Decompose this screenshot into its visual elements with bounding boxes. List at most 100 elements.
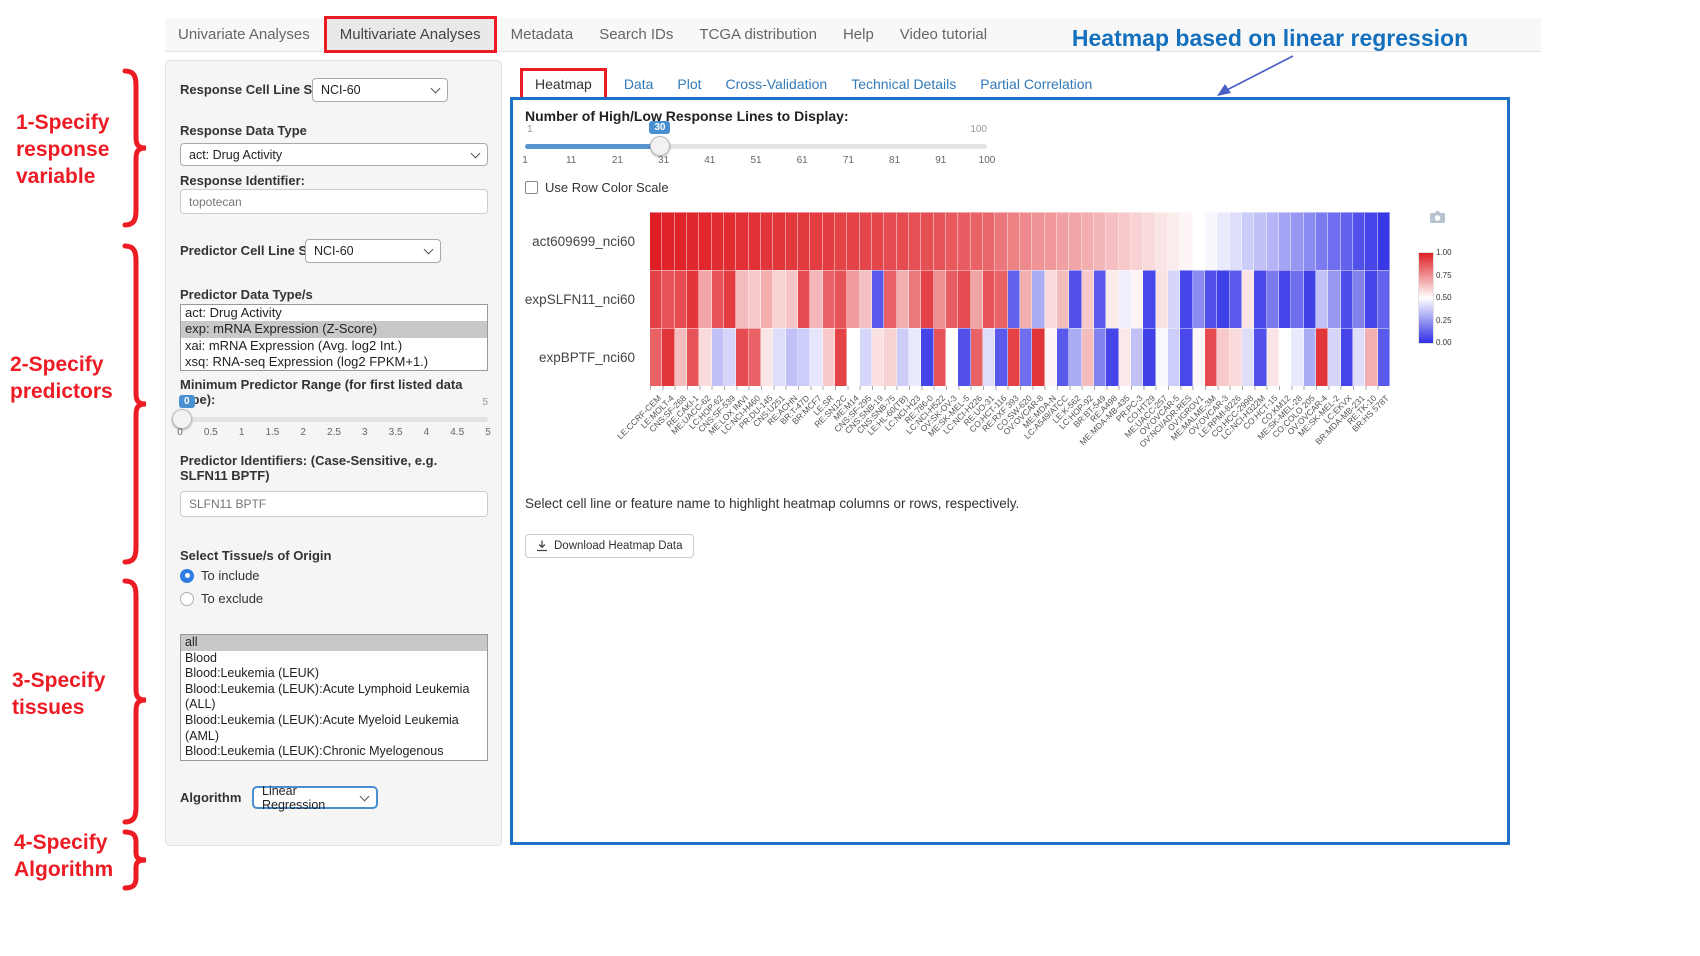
heatmap-cell[interactable] xyxy=(1365,270,1377,328)
heatmap-cell[interactable] xyxy=(699,212,711,270)
heatmap-cell[interactable] xyxy=(1304,270,1316,328)
heatmap-cell[interactable] xyxy=(761,212,773,270)
heatmap-cell[interactable] xyxy=(897,212,909,270)
tab-technical-details[interactable]: Technical Details xyxy=(839,71,968,97)
heatmap-cell[interactable] xyxy=(1180,270,1192,328)
heatmap-cell[interactable] xyxy=(995,270,1007,328)
heatmap-cell[interactable] xyxy=(823,270,835,328)
heatmap-cell[interactable] xyxy=(798,212,810,270)
heatmap-cell[interactable] xyxy=(1353,328,1365,386)
heatmap-cell[interactable] xyxy=(1168,270,1180,328)
nav-item-search-ids[interactable]: Search IDs xyxy=(586,19,686,50)
heatmap-cell[interactable] xyxy=(823,212,835,270)
heatmap-cell[interactable] xyxy=(1057,270,1069,328)
heatmap-cell[interactable] xyxy=(1217,270,1229,328)
heatmap-cell[interactable] xyxy=(1267,212,1279,270)
heatmap-cell[interactable] xyxy=(983,270,995,328)
heatmap-cell[interactable] xyxy=(761,270,773,328)
heatmap-cell[interactable] xyxy=(1143,328,1155,386)
heatmap-cell[interactable] xyxy=(921,270,933,328)
heatmap-cell[interactable] xyxy=(1279,328,1291,386)
heatmap-grid[interactable] xyxy=(650,212,1390,386)
heatmap-cell[interactable] xyxy=(958,212,970,270)
heatmap-cell[interactable] xyxy=(773,328,785,386)
heatmap-cell[interactable] xyxy=(1341,270,1353,328)
heatmap-cell[interactable] xyxy=(712,270,724,328)
heatmap-cell[interactable] xyxy=(1020,212,1032,270)
heatmap-cell[interactable] xyxy=(1057,328,1069,386)
heatmap-cell[interactable] xyxy=(1316,328,1328,386)
tab-cross-validation[interactable]: Cross-Validation xyxy=(714,71,840,97)
heatmap-cell[interactable] xyxy=(786,328,798,386)
heatmap-cell[interactable] xyxy=(1008,328,1020,386)
tissue-option[interactable]: all xyxy=(181,635,487,651)
heatmap-cell[interactable] xyxy=(872,270,884,328)
heatmap-cell[interactable] xyxy=(872,328,884,386)
heatmap-cell[interactable] xyxy=(687,212,699,270)
heatmap-cell[interactable] xyxy=(687,270,699,328)
heatmap-cell[interactable] xyxy=(1205,328,1217,386)
heatmap-cell[interactable] xyxy=(884,212,896,270)
radio-selected-icon[interactable] xyxy=(180,569,194,583)
heatmap-cell[interactable] xyxy=(1254,270,1266,328)
heatmap-cell[interactable] xyxy=(1242,270,1254,328)
heatmap-cell[interactable] xyxy=(897,328,909,386)
predictor-identifiers-input[interactable] xyxy=(180,491,488,517)
heatmap-cell[interactable] xyxy=(884,328,896,386)
heatmap-cell[interactable] xyxy=(749,270,761,328)
heatmap-cell[interactable] xyxy=(699,328,711,386)
heatmap-cell[interactable] xyxy=(675,328,687,386)
heatmap-cell[interactable] xyxy=(736,328,748,386)
heatmap-cell[interactable] xyxy=(798,270,810,328)
heatmap-cell[interactable] xyxy=(1304,212,1316,270)
heatmap-row-label[interactable]: act609699_nci60 xyxy=(532,234,635,249)
response-data-type-select[interactable]: act: Drug Activity xyxy=(180,143,488,166)
response-cell-line-set-select[interactable]: NCI-60 xyxy=(312,78,448,102)
heatmap-cell[interactable] xyxy=(897,270,909,328)
heatmap-cell[interactable] xyxy=(1156,270,1168,328)
heatmap-cell[interactable] xyxy=(995,328,1007,386)
slider-handle[interactable] xyxy=(172,409,192,429)
heatmap-cell[interactable] xyxy=(1094,212,1106,270)
predictor-data-type-option[interactable]: xai: mRNA Expression (Avg. log2 Int.) xyxy=(181,338,487,354)
predictor-cell-line-set-select[interactable]: NCI-60 xyxy=(305,239,441,263)
heatmap-cell[interactable] xyxy=(1008,270,1020,328)
heatmap-cell[interactable] xyxy=(1291,270,1303,328)
heatmap-cell[interactable] xyxy=(860,328,872,386)
heatmap-cell[interactable] xyxy=(1106,212,1118,270)
heatmap-cell[interactable] xyxy=(1069,212,1081,270)
heatmap-cell[interactable] xyxy=(773,270,785,328)
heatmap-cell[interactable] xyxy=(1205,212,1217,270)
heatmap-cell[interactable] xyxy=(1143,212,1155,270)
heatmap-cell[interactable] xyxy=(971,212,983,270)
nav-item-tcga-distribution[interactable]: TCGA distribution xyxy=(686,19,830,50)
heatmap-cell[interactable] xyxy=(835,212,847,270)
heatmap-cell[interactable] xyxy=(736,270,748,328)
heatmap-cell[interactable] xyxy=(1119,212,1131,270)
radio-unselected-icon[interactable] xyxy=(180,592,194,606)
predictor-data-types-listbox[interactable]: act: Drug Activityexp: mRNA Expression (… xyxy=(180,304,488,371)
heatmap-cell[interactable] xyxy=(749,328,761,386)
heatmap-cell[interactable] xyxy=(1267,328,1279,386)
heatmap-cell[interactable] xyxy=(1279,270,1291,328)
slider-handle[interactable] xyxy=(650,136,670,156)
heatmap-cell[interactable] xyxy=(662,212,674,270)
heatmap-cell[interactable] xyxy=(934,328,946,386)
heatmap-cell[interactable] xyxy=(1180,212,1192,270)
heatmap-cell[interactable] xyxy=(1156,328,1168,386)
tissue-exclude-radio[interactable]: To exclude xyxy=(180,591,263,606)
tissue-option[interactable]: Blood:Leukemia (LEUK):Acute Lymphoid Leu… xyxy=(181,682,487,713)
heatmap-cell[interactable] xyxy=(1008,212,1020,270)
heatmap-cell[interactable] xyxy=(847,212,859,270)
heatmap-cell[interactable] xyxy=(1131,328,1143,386)
heatmap-cell[interactable] xyxy=(1291,328,1303,386)
heatmap-cell[interactable] xyxy=(835,328,847,386)
heatmap-cell[interactable] xyxy=(1057,212,1069,270)
heatmap-cell[interactable] xyxy=(761,328,773,386)
heatmap-cell[interactable] xyxy=(983,212,995,270)
heatmap-cell[interactable] xyxy=(786,270,798,328)
heatmap-cell[interactable] xyxy=(1082,270,1094,328)
heatmap-cell[interactable] xyxy=(1341,328,1353,386)
heatmap-cell[interactable] xyxy=(983,328,995,386)
predictor-data-type-option[interactable]: exp: mRNA Expression (Z-Score) xyxy=(181,321,487,337)
